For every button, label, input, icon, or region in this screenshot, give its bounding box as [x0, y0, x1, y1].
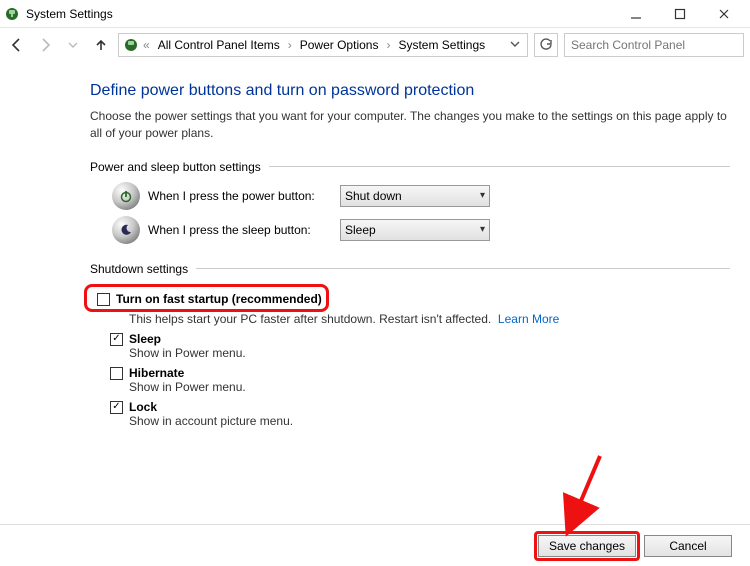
section-label: Power and sleep button settings: [90, 160, 261, 174]
power-options-app-icon: [4, 6, 20, 22]
fast-startup-description: This helps start your PC faster after sh…: [129, 312, 730, 326]
breadcrumb-prefix-icon[interactable]: «: [141, 38, 152, 52]
shutdown-section-header: Shutdown settings: [90, 262, 730, 276]
power-icon: [112, 182, 140, 210]
hibernate-label: Hibernate: [129, 366, 184, 380]
content-area: Define power buttons and turn on passwor…: [0, 62, 750, 428]
minimize-button[interactable]: [614, 0, 658, 28]
fast-startup-highlight: Turn on fast startup (recommended): [84, 284, 329, 312]
address-bar[interactable]: « All Control Panel Items › Power Option…: [118, 33, 528, 57]
close-button[interactable]: [702, 0, 746, 28]
breadcrumb-system-settings[interactable]: System Settings: [394, 38, 489, 52]
power-button-dropdown[interactable]: Shut down ▾: [340, 185, 490, 207]
address-dropdown-icon[interactable]: [507, 38, 523, 52]
power-button-value: Shut down: [345, 189, 480, 203]
breadcrumb-all-items[interactable]: All Control Panel Items: [154, 38, 284, 52]
page-description: Choose the power settings that you want …: [90, 108, 730, 142]
sleep-button-value: Sleep: [345, 223, 480, 237]
breadcrumb-power-options[interactable]: Power Options: [296, 38, 383, 52]
fast-startup-label: Turn on fast startup (recommended): [116, 292, 322, 306]
hibernate-description: Show in Power menu.: [129, 380, 730, 394]
power-button-row: When I press the power button: Shut down…: [112, 182, 730, 210]
sleep-description: Show in Power menu.: [129, 346, 730, 360]
back-button[interactable]: [6, 34, 28, 56]
section-label: Shutdown settings: [90, 262, 188, 276]
hibernate-checkbox[interactable]: [110, 367, 123, 380]
navigation-row: « All Control Panel Items › Power Option…: [0, 28, 750, 62]
fast-startup-checkbox[interactable]: [97, 293, 110, 306]
recent-dropdown-icon[interactable]: [62, 34, 84, 56]
up-button[interactable]: [90, 34, 112, 56]
chevron-right-icon: ›: [384, 38, 392, 52]
power-options-breadcrumb-icon: [123, 37, 139, 53]
lock-label: Lock: [129, 400, 157, 414]
power-sleep-section-header: Power and sleep button settings: [90, 160, 730, 174]
sleep-checkbox[interactable]: [110, 333, 123, 346]
save-changes-button[interactable]: Save changes: [538, 535, 636, 557]
chevron-right-icon: ›: [286, 38, 294, 52]
page-heading: Define power buttons and turn on passwor…: [90, 82, 730, 100]
titlebar: System Settings: [0, 0, 750, 28]
cancel-button[interactable]: Cancel: [644, 535, 732, 557]
power-button-label: When I press the power button:: [148, 189, 332, 203]
bottom-button-bar: Save changes Cancel: [0, 524, 750, 566]
sleep-button-label: When I press the sleep button:: [148, 223, 332, 237]
refresh-button[interactable]: [534, 33, 558, 57]
learn-more-link[interactable]: Learn More: [498, 312, 559, 326]
window-title: System Settings: [26, 7, 113, 21]
lock-checkbox[interactable]: [110, 401, 123, 414]
chevron-down-icon: ▾: [480, 224, 485, 235]
maximize-button[interactable]: [658, 0, 702, 28]
chevron-down-icon: ▾: [480, 190, 485, 201]
sleep-button-dropdown[interactable]: Sleep ▾: [340, 219, 490, 241]
forward-button[interactable]: [34, 34, 56, 56]
lock-description: Show in account picture menu.: [129, 414, 730, 428]
sleep-label: Sleep: [129, 332, 161, 346]
search-input[interactable]: [564, 33, 744, 57]
sleep-button-row: When I press the sleep button: Sleep ▾: [112, 216, 730, 244]
sleep-icon: [112, 216, 140, 244]
